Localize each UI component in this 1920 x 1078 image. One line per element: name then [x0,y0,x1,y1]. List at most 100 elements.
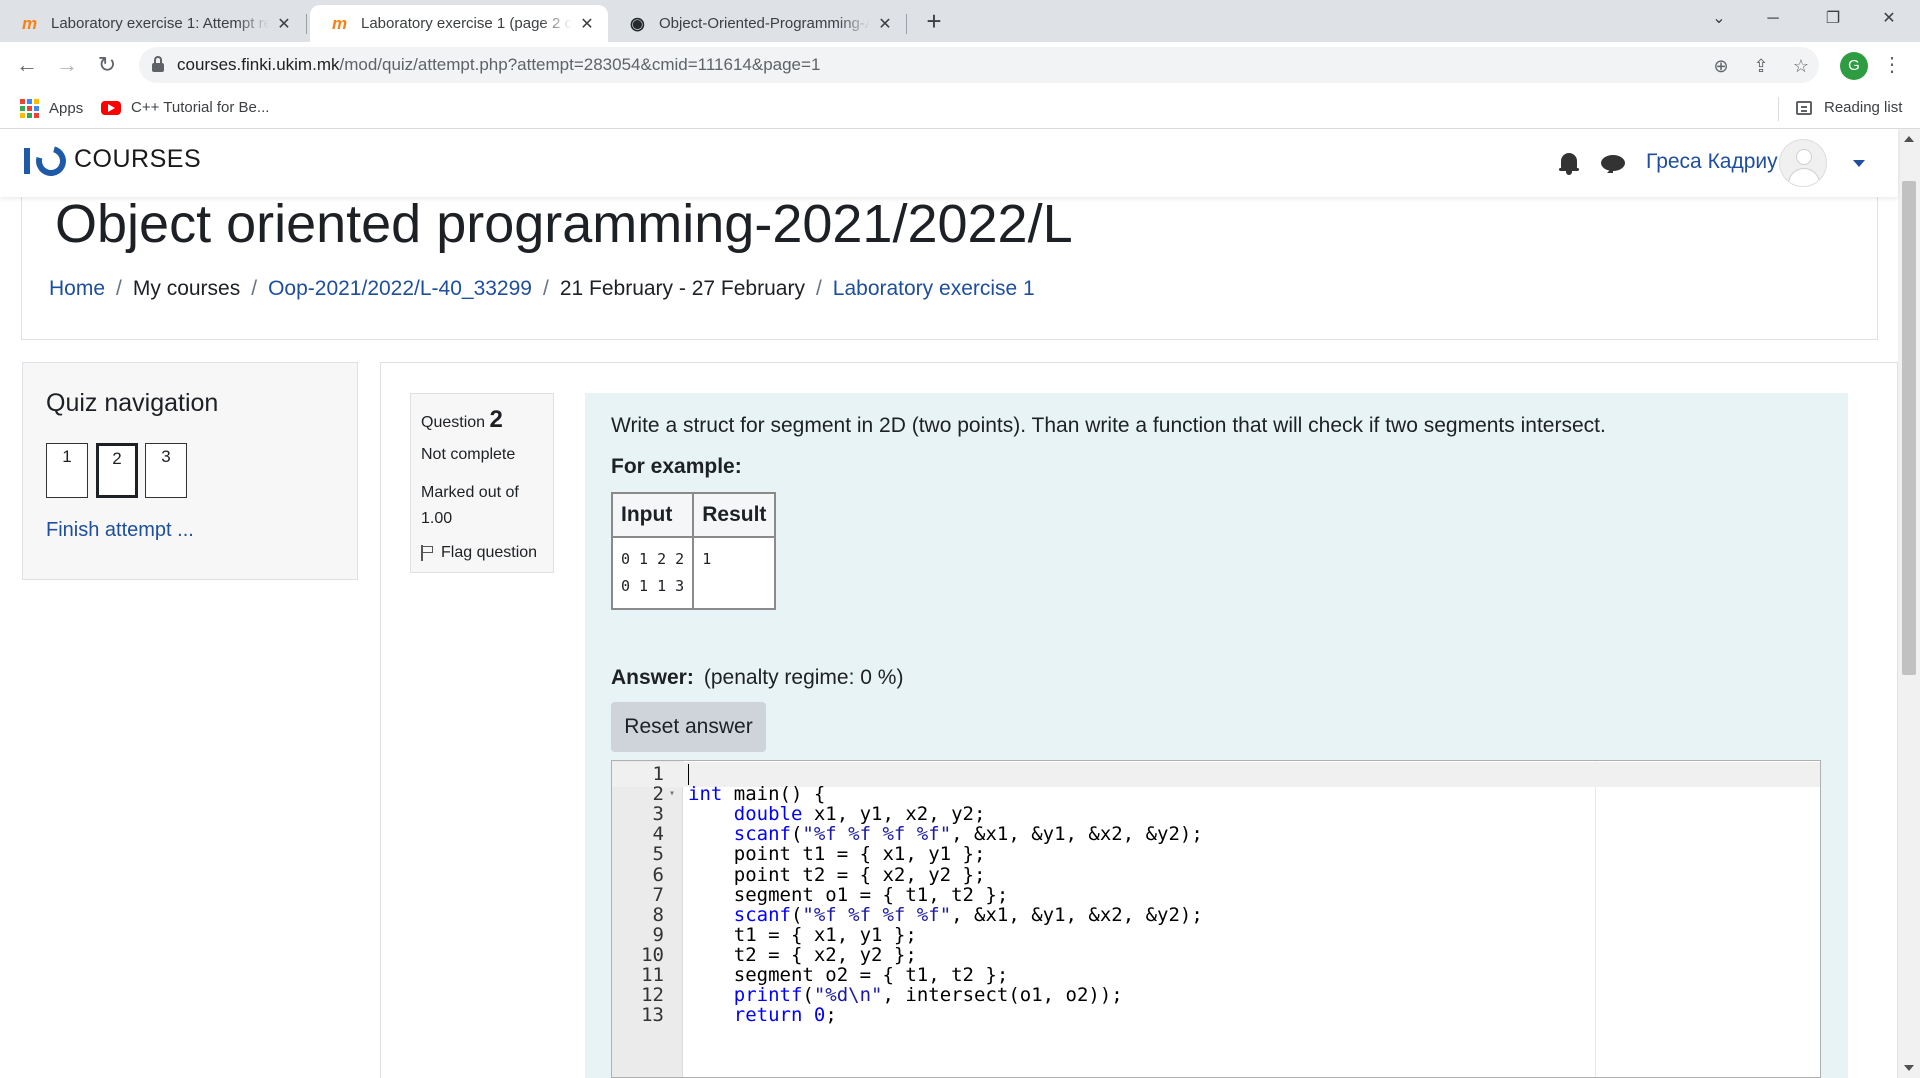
address-bar[interactable]: courses.finki.ukim.mk/mod/quiz/attempt.p… [139,47,1819,83]
penalty-regime: (penalty regime: 0 %) [703,666,904,689]
breadcrumb-separator: / [251,277,258,300]
reading-list-button[interactable]: Reading list [1796,99,1902,116]
zoom-icon[interactable]: ⊕ [1709,54,1733,78]
example-header-input: Input [610,492,695,538]
table-row: 0 1 2 2 0 1 1 3 1 [610,536,777,610]
bookmarks-divider [1778,97,1779,121]
question-info: Question 2 Not complete Marked out of 1.0… [410,393,554,573]
example-result-cell: 1 [692,536,777,610]
quiz-nav-question-3[interactable]: 3 [145,443,187,498]
profile-avatar[interactable]: G [1840,52,1868,80]
reset-answer-button[interactable]: Reset answer [611,702,766,752]
browser-toolbar: ← → ↻ courses.finki.ukim.mk/mod/quiz/att… [0,42,1920,89]
tab-title: Object-Oriented-Programming-A [659,15,870,32]
tab-title: Laboratory exercise 1: Attempt re [51,15,269,32]
browser-tab-2[interactable]: m Laboratory exercise 1 (page 2 of ✕ [310,5,608,42]
bookmark-cpp-tutorial[interactable]: C++ Tutorial for Be... [101,99,269,116]
reading-list-icon [1796,100,1812,115]
bookmarks-bar: Apps C++ Tutorial for Be... Reading list [0,89,1920,129]
answer-label: Answer: [611,666,694,689]
url-path: /mod/quiz/attempt.php?attempt=283054&cmi… [339,55,821,74]
example-table-header-row: Input Result [610,492,777,538]
flag-question-button[interactable]: Flag question [421,544,543,562]
reload-button[interactable]: ↻ [90,48,124,82]
question-number: Question 2 [421,406,543,434]
tab-search-button[interactable]: ⌄ [1696,0,1742,38]
bookmark-star-icon[interactable]: ☆ [1789,54,1813,78]
back-button[interactable]: ← [10,48,44,82]
reading-list-label: Reading list [1824,99,1903,116]
flag-question-label: Flag question [441,544,538,561]
grade-label: Marked out of [421,484,519,501]
code-editor[interactable]: 1 2 ▾ int main() {3 double x1, y1, x2, y2; 4… [611,760,1821,1078]
moodle-icon: m [332,13,348,33]
browser-menu-icon[interactable]: ⋮ [1882,50,1902,80]
user-name[interactable]: Греса Кадриу [1646,150,1778,174]
code-line[interactable]: 13 return 0; [612,1003,1820,1028]
close-window-button[interactable]: ✕ [1866,0,1912,38]
quiz-nav-question-2[interactable]: 2 [96,443,138,498]
question-state: Not complete [421,446,516,463]
quiz-navigation-heading: Quiz navigation [46,389,219,417]
question-text: Write a struct for segment in 2D (two po… [611,414,1606,437]
logo-text: COURSES [74,144,202,173]
site-logo[interactable]: COURSES [22,139,202,182]
example-heading: For example: [611,455,742,478]
breadcrumb-week: 21 February - 27 February [559,277,805,300]
new-tab-button[interactable]: + [917,5,951,39]
youtube-icon [101,100,121,115]
lock-icon[interactable] [152,56,164,74]
browser-tab-1[interactable]: m Laboratory exercise 1: Attempt re ✕ [0,5,305,42]
tab-title: Laboratory exercise 1 (page 2 of [361,15,572,32]
breadcrumb-quiz[interactable]: Laboratory exercise 1 [833,277,1035,301]
flag-icon [421,545,433,561]
grade-value: 1.00 [421,510,453,527]
browser-tab-bar: m Laboratory exercise 1: Attempt re ✕ m … [0,0,1920,42]
code-text: return 0; [733,1004,837,1027]
close-tab-icon[interactable]: ✕ [876,14,894,34]
bookmark-label: Apps [49,100,84,117]
example-header-result: Result [692,492,777,538]
avatar[interactable] [1779,139,1827,187]
answer-label-line: Answer: (penalty regime: 0 %) [611,666,903,690]
url-host: courses.finki.ukim.mk [177,55,340,74]
page-scrollbar[interactable] [1898,129,1920,1078]
breadcrumb-separator: / [116,277,122,300]
site-header: COURSES Греса Кадриу [0,129,1898,197]
page-title: Object oriented programming-2021/2022/L [55,194,1073,254]
breadcrumb-separator: / [815,277,822,300]
github-icon: ◉ [630,13,645,33]
forward-button[interactable]: → [50,48,84,82]
moodle-icon: m [22,13,38,33]
minimize-button[interactable]: ─ [1750,0,1796,38]
breadcrumb-my-courses: My courses [132,277,241,300]
url-text[interactable]: courses.finki.ukim.mk/mod/quiz/attempt.p… [177,55,820,75]
example-table: Input Result 0 1 2 2 0 1 1 3 1 [610,492,777,610]
scroll-down-arrow-icon[interactable] [1904,1065,1914,1071]
question-grade: Marked out of 1.00 [421,480,543,532]
question-number-value: 2 [489,406,503,433]
bookmark-apps[interactable]: Apps [20,99,83,118]
quiz-navigation-block: Quiz navigation 1 2 3 Finish attempt ... [22,362,358,580]
breadcrumb-course[interactable]: Oop-2021/2022/L-40_33299 [268,277,532,301]
messages-chat-icon[interactable] [1601,155,1625,173]
line-number: 13 [641,1004,664,1027]
close-tab-icon[interactable]: ✕ [578,14,596,34]
finish-attempt-link[interactable]: Finish attempt ... [46,519,194,542]
tab-divider [306,14,307,34]
quiz-nav-question-1[interactable]: 1 [46,443,88,498]
breadcrumb-home[interactable]: Home [49,277,105,301]
scroll-up-arrow-icon[interactable] [1904,136,1914,142]
close-tab-icon[interactable]: ✕ [275,14,293,34]
example-input-cell: 0 1 2 2 0 1 1 3 [610,536,695,610]
notifications-bell-icon[interactable] [1559,153,1579,175]
browser-tab-3[interactable]: ◉ Object-Oriented-Programming-A ✕ [608,5,906,42]
breadcrumb-separator: / [542,277,549,300]
tab-divider [906,14,907,34]
share-icon[interactable]: ⇪ [1749,54,1773,78]
user-menu-chevron-down-icon[interactable] [1853,160,1865,167]
scrollbar-thumb[interactable] [1902,181,1916,675]
apps-grid-icon [20,99,39,118]
bookmark-label: C++ Tutorial for Be... [131,99,270,116]
maximize-button[interactable]: ❐ [1810,0,1856,38]
